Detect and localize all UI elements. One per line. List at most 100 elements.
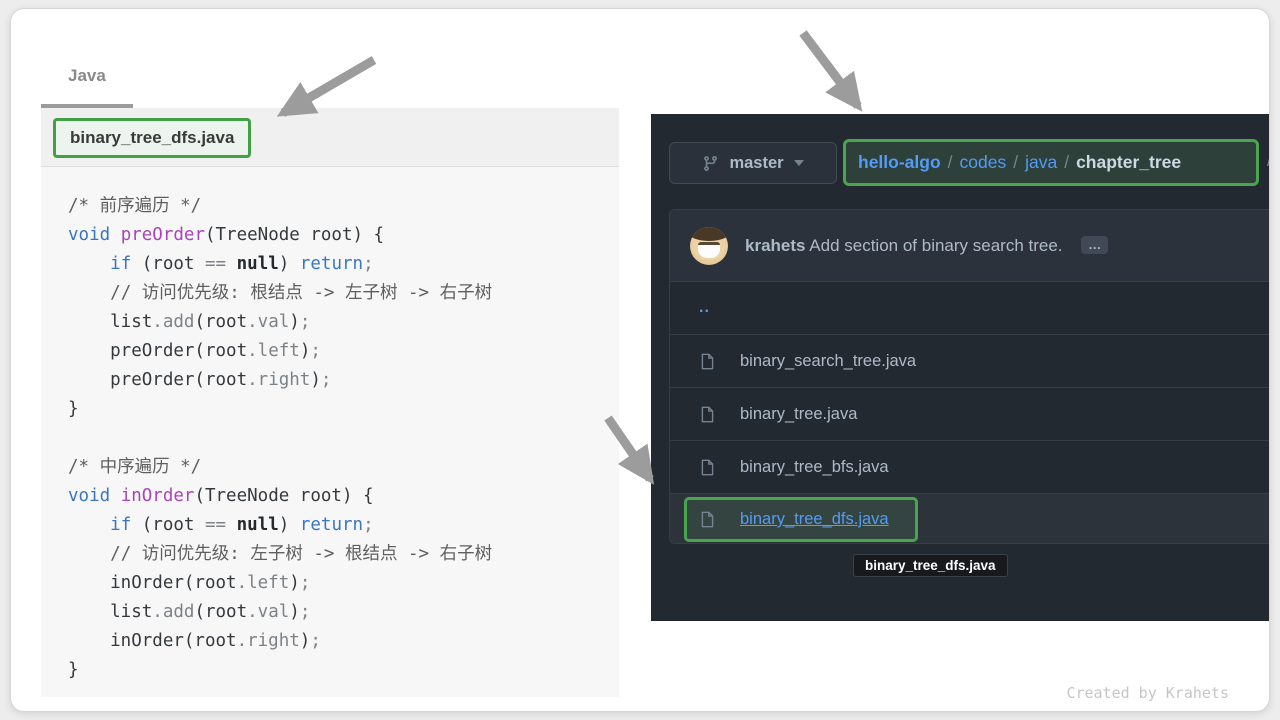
parent-dir-row[interactable]: .. bbox=[670, 282, 1269, 335]
code-token: if bbox=[110, 515, 131, 535]
code-line: inOrder(root.right); bbox=[68, 627, 619, 656]
code-token: preOrder bbox=[121, 225, 205, 245]
file-name-link[interactable]: binary_tree_bfs.java bbox=[740, 458, 889, 477]
code-token: ; bbox=[321, 370, 332, 390]
code-token: (root bbox=[131, 254, 205, 274]
tab-java[interactable]: Java bbox=[68, 66, 106, 86]
code-token: preOrder(root bbox=[68, 341, 247, 361]
code-token: .add bbox=[152, 312, 194, 332]
code-line bbox=[68, 424, 619, 453]
code-line: preOrder(root.left); bbox=[68, 337, 619, 366]
code-token: (root bbox=[194, 312, 247, 332]
filename-tooltip: binary_tree_dfs.java bbox=[853, 554, 1008, 577]
code-token: } bbox=[68, 660, 79, 680]
code-line: // 访问优先级: 左子树 -> 根结点 -> 右子树 bbox=[68, 540, 619, 569]
code-token bbox=[68, 515, 110, 535]
code-token: ) bbox=[279, 515, 300, 535]
code-token: ) bbox=[279, 254, 300, 274]
credit-text: Created by Krahets bbox=[1066, 684, 1229, 702]
git-branch-icon bbox=[702, 155, 719, 172]
file-row[interactable]: binary_tree_bfs.java bbox=[670, 441, 1269, 494]
code-token: == bbox=[205, 254, 226, 274]
commit-expand-button[interactable]: … bbox=[1081, 236, 1108, 254]
file-rows: binary_search_tree.java binary_tree.javab… bbox=[670, 335, 1269, 544]
chevron-down-icon bbox=[794, 160, 804, 166]
page: Java binary_tree_dfs.java /* 前序遍历 */ void… bbox=[0, 0, 1280, 720]
breadcrumb-highlight-box: hello-algo/codes/java/chapter_tree bbox=[843, 139, 1259, 186]
file-icon bbox=[699, 406, 716, 423]
code-token: list bbox=[68, 602, 152, 622]
code-token: .right bbox=[237, 631, 300, 651]
code-token: void bbox=[68, 225, 121, 245]
code-line: preOrder(root.right); bbox=[68, 366, 619, 395]
code-token: == bbox=[205, 515, 226, 535]
parent-dir-link[interactable]: .. bbox=[699, 299, 710, 317]
file-row[interactable]: binary_tree.java bbox=[670, 388, 1269, 441]
code-token: ; bbox=[310, 631, 321, 651]
code-token: ; bbox=[300, 312, 311, 332]
github-panel: master hello-algo/codes/java/chapter_tre… bbox=[651, 114, 1269, 621]
file-name-link[interactable]: binary_tree_dfs.java bbox=[740, 510, 889, 529]
code-token: ) bbox=[289, 573, 300, 593]
code-block: /* 前序遍历 */void preOrder(TreeNode root) {… bbox=[41, 167, 619, 685]
code-token bbox=[68, 544, 110, 564]
code-token: ; bbox=[300, 573, 311, 593]
breadcrumb-link-java[interactable]: java bbox=[1025, 152, 1057, 173]
code-token: null bbox=[237, 515, 279, 535]
code-token: (root bbox=[194, 602, 247, 622]
commit-text: krahets Add section of binary search tre… bbox=[745, 236, 1108, 256]
code-token: ) bbox=[300, 631, 311, 651]
code-token: ) bbox=[310, 370, 321, 390]
code-token: list bbox=[68, 312, 152, 332]
code-token: ; bbox=[300, 602, 311, 622]
file-browser-box: krahets Add section of binary search tre… bbox=[669, 209, 1269, 544]
breadcrumb-current: chapter_tree bbox=[1076, 152, 1181, 173]
code-token: null bbox=[237, 254, 279, 274]
commit-message-link[interactable]: Add section of binary search tree. bbox=[809, 236, 1062, 255]
branch-name: master bbox=[729, 154, 783, 173]
file-row[interactable]: binary_search_tree.java bbox=[670, 335, 1269, 388]
code-line: inOrder(root.left); bbox=[68, 569, 619, 598]
file-highlight-box: binary_tree_dfs.java bbox=[684, 497, 918, 542]
code-token: if bbox=[110, 254, 131, 274]
breadcrumb-link-hello-algo[interactable]: hello-algo bbox=[858, 152, 941, 173]
code-token: .left bbox=[237, 573, 290, 593]
code-token: (TreeNode root) { bbox=[194, 486, 373, 506]
code-header: binary_tree_dfs.java bbox=[41, 108, 619, 167]
code-token: ) bbox=[300, 341, 311, 361]
code-token bbox=[226, 515, 237, 535]
branch-selector-button[interactable]: master bbox=[669, 142, 837, 184]
file-icon bbox=[699, 353, 716, 370]
code-token: (root bbox=[131, 515, 205, 535]
code-token: preOrder(root bbox=[68, 370, 247, 390]
code-token: inOrder(root bbox=[68, 631, 237, 651]
file-name-link[interactable]: binary_search_tree.java bbox=[740, 352, 916, 371]
code-line: } bbox=[68, 395, 619, 424]
code-line: if (root == null) return; bbox=[68, 511, 619, 540]
breadcrumb-separator: / bbox=[941, 152, 960, 173]
code-token: // 访问优先级: 左子树 -> 根结点 -> 右子树 bbox=[110, 544, 492, 564]
github-header: master hello-algo/codes/java/chapter_tre… bbox=[669, 139, 1269, 189]
code-token: ) bbox=[289, 312, 300, 332]
commit-author-link[interactable]: krahets bbox=[745, 236, 805, 255]
breadcrumb-trailing-slash: / bbox=[1267, 150, 1269, 171]
file-icon bbox=[699, 459, 716, 476]
file-name-link[interactable]: binary_tree.java bbox=[740, 405, 857, 424]
code-token: .right bbox=[247, 370, 310, 390]
code-panel: binary_tree_dfs.java /* 前序遍历 */ void preO… bbox=[41, 108, 619, 697]
breadcrumb-link-codes[interactable]: codes bbox=[960, 152, 1007, 173]
code-token: } bbox=[68, 399, 79, 419]
code-token: void bbox=[68, 486, 121, 506]
code-line: /* 中序遍历 */ bbox=[68, 453, 619, 482]
code-token bbox=[226, 254, 237, 274]
code-token: inOrder(root bbox=[68, 573, 237, 593]
filename-highlight-box: binary_tree_dfs.java bbox=[53, 118, 251, 158]
code-token: // 访问优先级: 根结点 -> 左子树 -> 右子树 bbox=[110, 283, 492, 303]
avatar[interactable] bbox=[690, 227, 728, 265]
breadcrumb-separator: / bbox=[1057, 152, 1076, 173]
code-token: ; bbox=[363, 515, 374, 535]
code-token: /* 前序遍历 */ bbox=[68, 196, 201, 216]
code-token: .add bbox=[152, 602, 194, 622]
code-line: void preOrder(TreeNode root) { bbox=[68, 221, 619, 250]
file-row[interactable]: binary_tree_dfs.java bbox=[670, 494, 1269, 544]
